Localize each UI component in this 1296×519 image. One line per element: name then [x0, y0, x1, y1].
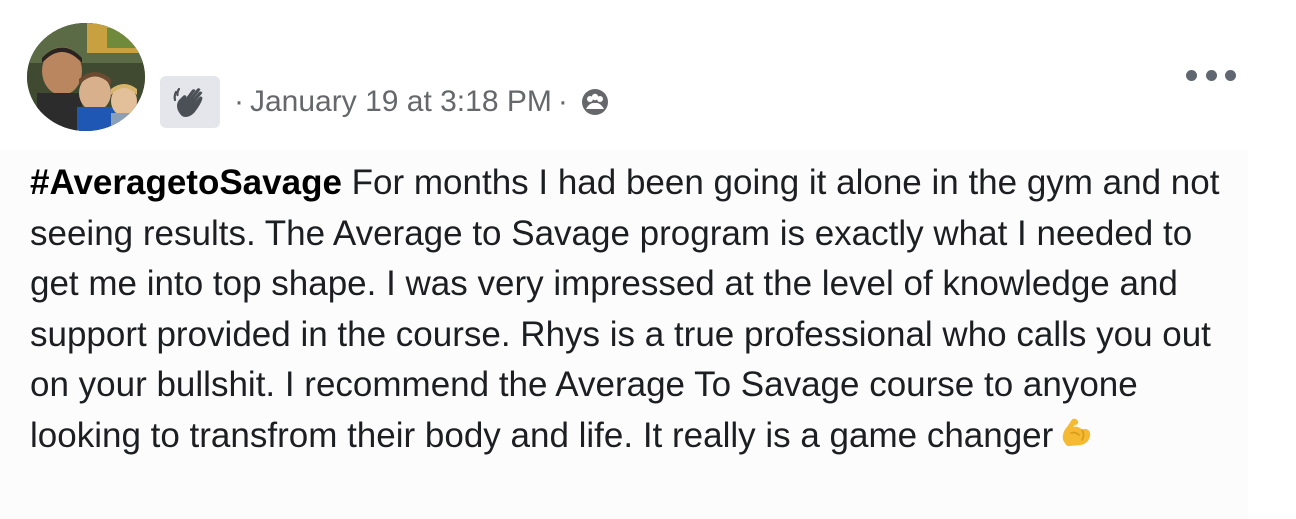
post-timestamp[interactable]: January 19 at 3:18 PM: [250, 84, 552, 120]
more-options-icon: [1186, 69, 1197, 81]
group-icon[interactable]: [580, 87, 610, 117]
more-options-button[interactable]: [1186, 62, 1236, 88]
post-text: #AveragetoSavage For months I had been g…: [30, 158, 1245, 461]
profile-photo: [27, 23, 145, 131]
wave-hand-icon: [173, 87, 203, 117]
more-options-icon-dot: [1225, 69, 1236, 81]
meta-separator: ·: [234, 85, 244, 118]
post-body: #AveragetoSavage For months I had been g…: [0, 150, 1248, 519]
hashtag-link[interactable]: #AveragetoSavage: [30, 163, 342, 202]
post-message: For months I had been going it alone in …: [30, 163, 1220, 455]
avatar[interactable]: [27, 23, 145, 131]
more-options-icon-dot: [1205, 69, 1217, 81]
meta-separator-2: ·: [557, 85, 568, 118]
post-meta: · January 19 at 3:18 PM ·: [228, 84, 610, 120]
flexed-biceps-icon: [1063, 418, 1091, 446]
group-badge[interactable]: [160, 76, 220, 128]
post-header: · January 19 at 3:18 PM ·: [0, 0, 1296, 150]
